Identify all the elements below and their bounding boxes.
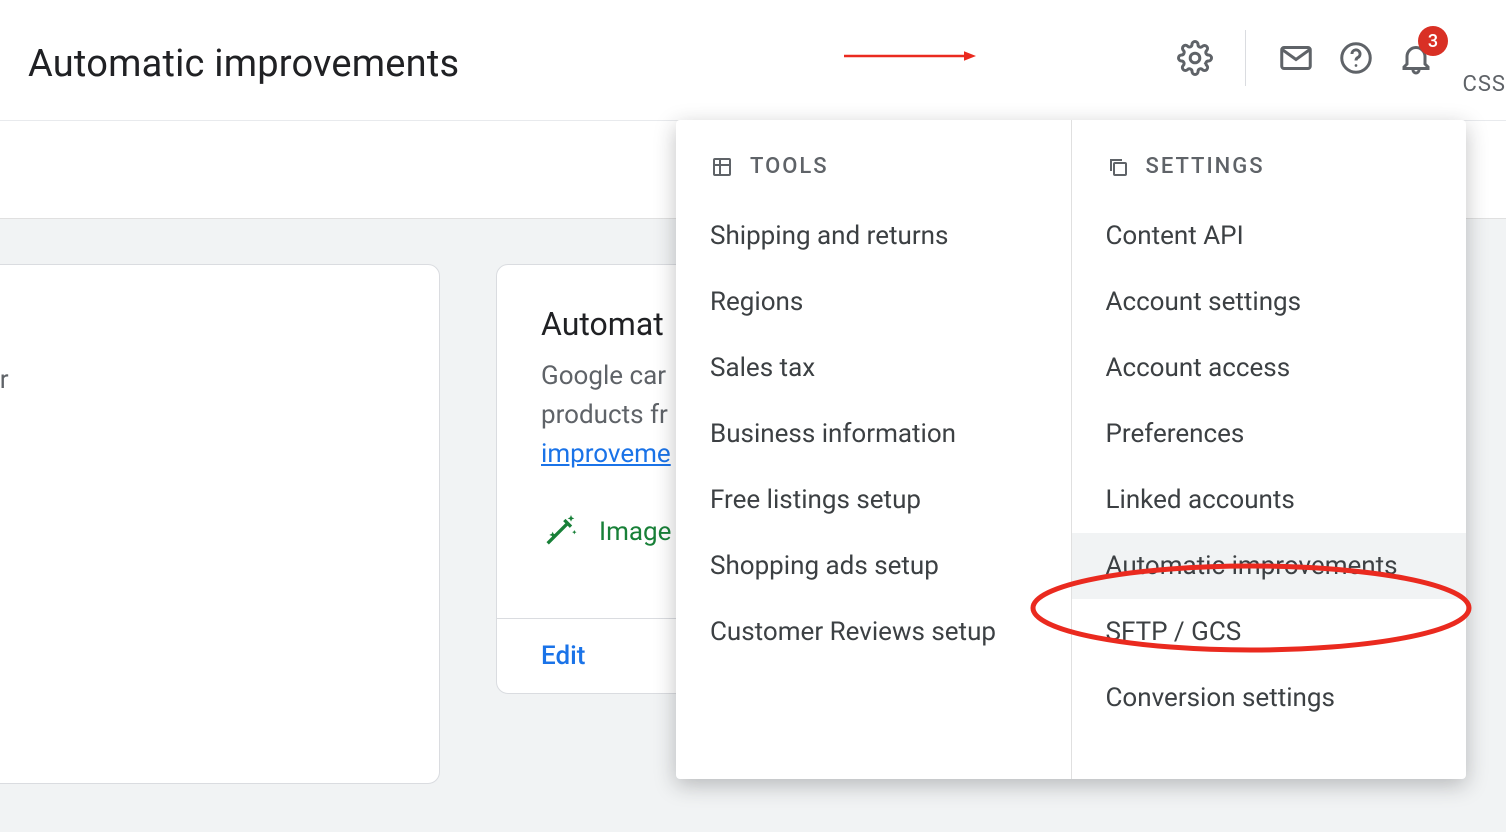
- card-body-text: ct details to match your: [0, 361, 403, 400]
- menu-item-preferences[interactable]: Preferences: [1072, 401, 1467, 467]
- page-title: Automatic improvements: [28, 42, 459, 86]
- menu-item-sales-tax[interactable]: Sales tax: [676, 335, 1071, 401]
- mail-icon: [1278, 40, 1314, 76]
- notifications-button[interactable]: 3: [1386, 28, 1446, 88]
- menu-item-customer-reviews-setup[interactable]: Customer Reviews setup: [676, 599, 1071, 665]
- gear-icon: [1177, 40, 1213, 76]
- menu-item-shopping-ads-setup[interactable]: Shopping ads setup: [676, 533, 1071, 599]
- menu-header-settings-label: SETTINGS: [1146, 154, 1265, 179]
- card-desc-line2: products fr: [541, 400, 668, 430]
- card-item-updates: ct details to match your em updates ally: [0, 264, 440, 784]
- menu-col-settings: SETTINGS Content API Account settings Ac…: [1071, 120, 1467, 779]
- menu-item-free-listings-setup[interactable]: Free listings setup: [676, 467, 1071, 533]
- menu-item-account-settings[interactable]: Account settings: [1072, 269, 1467, 335]
- improvements-link[interactable]: improveme: [541, 439, 671, 469]
- settings-copy-icon: [1106, 155, 1130, 179]
- header: Automatic improvements: [0, 0, 1506, 120]
- menu-item-business-information[interactable]: Business information: [676, 401, 1071, 467]
- notification-badge: 3: [1418, 26, 1448, 56]
- settings-dropdown-menu: TOOLS Shipping and returns Regions Sales…: [676, 120, 1466, 779]
- edit-button[interactable]: Edit: [541, 641, 585, 671]
- menu-item-linked-accounts[interactable]: Linked accounts: [1072, 467, 1467, 533]
- magic-wand-icon: [541, 510, 581, 554]
- menu-item-content-api[interactable]: Content API: [1072, 203, 1467, 269]
- help-icon: [1338, 40, 1374, 76]
- settings-gear-button[interactable]: [1165, 28, 1225, 88]
- image-improvement-label: Image: [599, 517, 671, 547]
- help-button[interactable]: [1326, 28, 1386, 88]
- card-fragment-text: ally: [0, 650, 403, 680]
- menu-header-tools: TOOLS: [676, 154, 1071, 203]
- css-partial-label: CSS: [1463, 72, 1506, 97]
- menu-item-regions[interactable]: Regions: [676, 269, 1071, 335]
- menu-item-sftp-gcs[interactable]: SFTP / GCS: [1072, 599, 1467, 665]
- menu-item-conversion-settings[interactable]: Conversion settings: [1072, 665, 1467, 731]
- menu-col-tools: TOOLS Shipping and returns Regions Sales…: [676, 120, 1071, 779]
- divider: [1245, 30, 1246, 86]
- menu-header-settings: SETTINGS: [1072, 154, 1467, 203]
- menu-item-account-access[interactable]: Account access: [1072, 335, 1467, 401]
- header-icon-row: 3: [1165, 28, 1446, 88]
- tools-icon: [710, 155, 734, 179]
- menu-item-automatic-improvements[interactable]: Automatic improvements: [1072, 533, 1467, 599]
- menu-header-tools-label: TOOLS: [750, 154, 829, 179]
- menu-item-shipping-and-returns[interactable]: Shipping and returns: [676, 203, 1071, 269]
- card-desc-line1: Google car: [541, 361, 666, 391]
- annotation-arrow: [800, 50, 1020, 62]
- mail-button[interactable]: [1266, 28, 1326, 88]
